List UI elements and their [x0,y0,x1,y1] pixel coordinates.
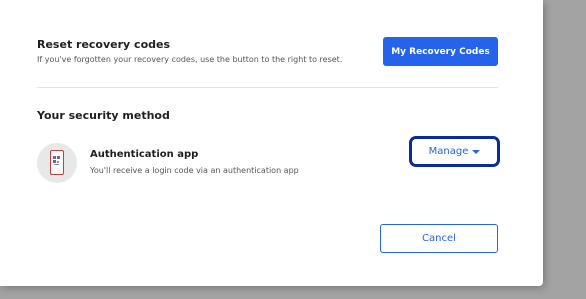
cancel-button[interactable]: Cancel [380,224,498,253]
phone-qr-icon [50,150,64,175]
security-settings-dialog: Reset recovery codes If you've forgotten… [0,0,543,286]
caret-down-icon [472,150,481,154]
manage-dropdown-button[interactable]: Manage [409,136,500,167]
authentication-app-avatar [37,143,77,183]
my-recovery-codes-button[interactable]: My Recovery Codes [383,37,498,66]
section-divider [37,87,498,88]
manage-label: Manage [428,146,469,157]
security-method-title: Your security method [37,109,170,122]
auth-method-title: Authentication app [90,149,199,160]
auth-method-description: You'll receive a login code via an authe… [90,166,299,175]
recovery-codes-title: Reset recovery codes [37,38,171,51]
recovery-codes-description: If you've forgotten your recovery codes,… [37,55,343,64]
